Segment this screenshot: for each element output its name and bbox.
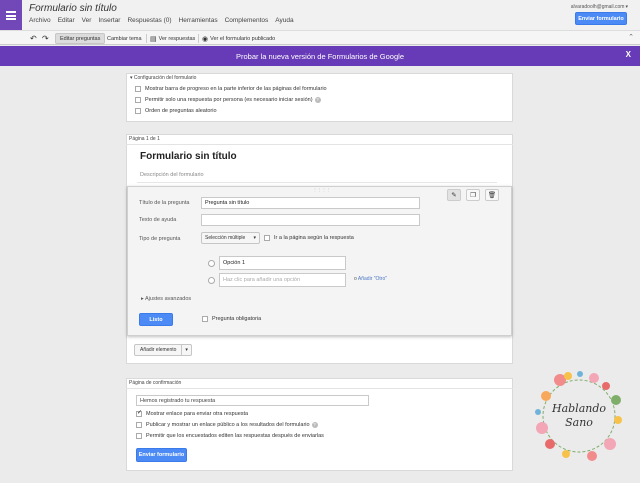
option1-radio: [208, 260, 215, 267]
one-response-label: Permitir solo una respuesta por persona …: [145, 97, 313, 103]
view-published-label: Ver el formulario publicado: [210, 35, 276, 42]
close-banner-button[interactable]: X: [626, 50, 631, 59]
publish-results-label: Publicar y mostrar un enlace público a l…: [146, 422, 310, 428]
hablando-sano-watermark: Hablando Sano: [535, 371, 622, 461]
menu-ayuda[interactable]: Ayuda: [275, 17, 293, 24]
form-title[interactable]: Formulario sin título: [140, 151, 237, 162]
toolbar-divider: [198, 34, 199, 43]
trash-icon[interactable]: 🗑: [485, 189, 499, 201]
responses-icon: ▤: [150, 35, 157, 43]
view-responses-label: Ver respuestas: [158, 35, 196, 42]
progress-bar-label: Mostrar barra de progreso en la parte in…: [145, 86, 327, 92]
forms-app-icon[interactable]: [0, 0, 22, 30]
confirmation-header-divider: [126, 388, 513, 389]
question-title-label: Título de la pregunta: [139, 200, 190, 206]
drag-handle[interactable]: ⋮⋮⋮⋮: [313, 187, 331, 192]
undo-icon[interactable]: ↶: [30, 33, 37, 44]
send-form-bottom-button[interactable]: Enviar formulario: [136, 448, 187, 462]
option-random-order[interactable]: Orden de preguntas aleatorio: [135, 108, 217, 114]
advanced-settings-label: Ajustes avanzados: [145, 296, 192, 302]
add-element-label: Añadir elemento: [135, 345, 183, 355]
or-text: o: [354, 276, 357, 282]
new-forms-banner: Probar la nueva versión de Formularios d…: [0, 46, 640, 66]
menu-insertar[interactable]: Insertar: [98, 17, 120, 24]
duplicate-icon[interactable]: ❐: [466, 189, 480, 201]
watermark-line2: Sano: [565, 416, 593, 429]
help-text-input[interactable]: [201, 214, 420, 226]
add-option-input[interactable]: Haz clic para añadir una opción: [219, 273, 346, 287]
option-publish-results[interactable]: Publicar y mostrar un enlace público a l…: [136, 422, 318, 428]
random-order-label: Orden de preguntas aleatorio: [145, 108, 217, 114]
redo-icon[interactable]: ↷: [42, 33, 49, 44]
eye-icon: ◉: [202, 35, 209, 43]
account-email[interactable]: alvaradoolh@gmail.com: [571, 4, 628, 10]
edit-responses-checkbox[interactable]: [136, 433, 142, 439]
page-label: Página 1 de 1: [129, 136, 160, 142]
option-send-another[interactable]: Mostrar enlace para enviar otra respuest…: [136, 409, 249, 417]
menu-complementos[interactable]: Complementos: [225, 17, 269, 24]
toolbar-divider: [146, 34, 147, 43]
add-element-button[interactable]: Añadir elemento ▾: [134, 344, 192, 356]
description-underline: [137, 182, 497, 183]
required-checkbox[interactable]: [202, 316, 208, 322]
go-to-page-option[interactable]: Ir a la página según la respuesta: [264, 235, 354, 241]
menu-editar[interactable]: Editar: [58, 17, 75, 24]
edit-questions-button[interactable]: Editar preguntas: [55, 33, 106, 44]
view-responses-button[interactable]: ▤ Ver respuestas: [150, 33, 195, 44]
menu-archivo[interactable]: Archivo: [29, 17, 51, 24]
go-to-page-checkbox[interactable]: [264, 235, 270, 241]
random-order-checkbox[interactable]: [135, 108, 141, 114]
menu-respuestas[interactable]: Respuestas (0): [127, 17, 171, 24]
required-option[interactable]: Pregunta obligatoria: [202, 316, 261, 322]
menu-bar: Archivo Editar Ver Insertar Respuestas (…: [29, 17, 294, 24]
question-type-select[interactable]: Selección múltiple: [201, 232, 260, 244]
add-other-text: o Añadir "Otro": [354, 276, 387, 282]
chevron-down-icon: ▾: [185, 347, 188, 353]
required-label: Pregunta obligatoria: [212, 316, 262, 322]
edit-responses-label: Permitir que los encuestados editen las …: [146, 433, 324, 439]
settings-title-label: Configuración del formulario: [133, 75, 197, 81]
confirmation-message-input[interactable]: Hemos registrado tu respuesta: [136, 395, 369, 406]
send-another-checkbox[interactable]: [136, 409, 142, 417]
go-to-page-label: Ir a la página según la respuesta: [274, 235, 354, 241]
menu-ver[interactable]: Ver: [82, 17, 92, 24]
question-title-input[interactable]: Pregunta sin título: [201, 197, 420, 209]
send-another-label: Mostrar enlace para enviar otra respuest…: [146, 411, 249, 417]
collapse-icon[interactable]: ⌃: [628, 33, 634, 41]
banner-text[interactable]: Probar la nueva versión de Formularios d…: [236, 52, 404, 61]
advanced-settings-toggle[interactable]: ▸ Ajustes avanzados: [141, 296, 191, 302]
progress-bar-checkbox[interactable]: [135, 86, 141, 92]
help-icon[interactable]: ?: [314, 97, 321, 103]
watermark-line1: Hablando: [551, 402, 606, 415]
done-button[interactable]: Listo: [139, 313, 173, 326]
question-type-label: Tipo de pregunta: [139, 236, 181, 242]
page-header-divider: [126, 144, 513, 145]
change-theme-button[interactable]: Cambiar tema: [107, 33, 142, 44]
help-text-label: Texto de ayuda: [139, 217, 177, 223]
add-other-link[interactable]: Añadir "Otro": [358, 276, 387, 282]
help-icon[interactable]: ?: [311, 422, 318, 428]
menu-herramientas[interactable]: Herramientas: [179, 17, 218, 24]
option-edit-responses[interactable]: Permitir que los encuestados editen las …: [136, 433, 324, 439]
document-title[interactable]: Formulario sin título: [29, 3, 117, 14]
option-one-response[interactable]: Permitir solo una respuesta por persona …: [135, 97, 321, 103]
option-progress-bar[interactable]: Mostrar barra de progreso en la parte in…: [135, 86, 327, 92]
settings-title[interactable]: ▾ Configuración del formulario: [130, 75, 196, 81]
top-bar: Formulario sin título Archivo Editar Ver…: [0, 0, 640, 30]
new-option-radio: [208, 277, 215, 284]
confirmation-label: Página de confirmación: [129, 380, 182, 386]
publish-results-checkbox[interactable]: [136, 422, 142, 428]
form-description[interactable]: Descripción del formulario: [140, 172, 204, 178]
toolbar: ↶ ↷ Editar preguntas Cambiar tema ▤ Ver …: [0, 30, 640, 45]
one-response-checkbox[interactable]: [135, 97, 141, 103]
option1-input[interactable]: Opción 1: [219, 256, 346, 270]
send-form-button[interactable]: Enviar formulario: [575, 12, 627, 25]
edit-pencil-icon[interactable]: ✎: [447, 189, 461, 201]
view-published-button[interactable]: ◉ Ver el formulario publicado: [202, 33, 275, 44]
